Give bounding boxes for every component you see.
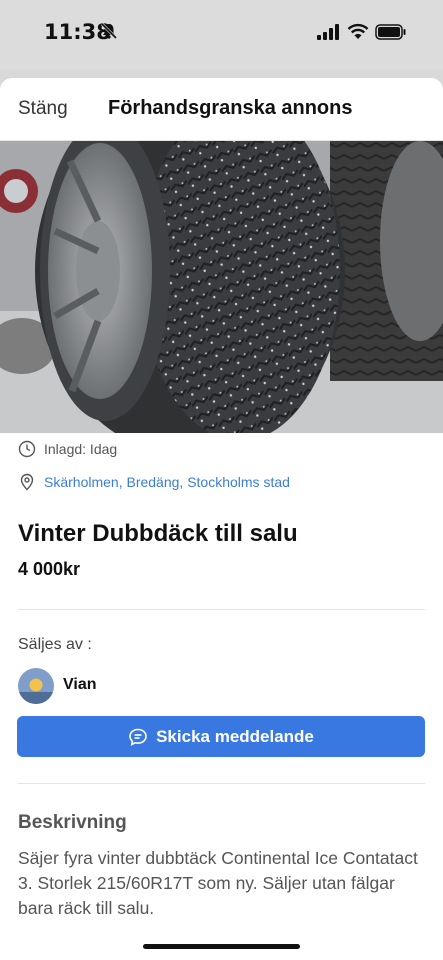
photo-tire-icon: [0, 141, 443, 433]
seller-name[interactable]: Vian: [63, 676, 97, 694]
posted-row: Inlagd: Idag: [18, 440, 117, 458]
listing-price: 4 000kr: [18, 559, 81, 579]
divider: [18, 783, 425, 784]
posted-date: Inlagd: Idag: [44, 441, 118, 457]
location-link[interactable]: Skärholmen, Bredäng, Stockholms stad: [44, 474, 290, 490]
send-message-label: Skicka meddelande: [156, 726, 314, 746]
send-message-button[interactable]: Skicka meddelande: [17, 716, 425, 757]
sheet-header: Stäng Förhandsgranska annons: [0, 78, 443, 141]
bell-slash-icon: [100, 22, 118, 40]
chat-bubble-icon: [129, 728, 147, 746]
description-body: Säjer fyra vinter dubbtäck Continental I…: [18, 848, 418, 918]
preview-sheet: Stäng Förhandsgranska annons Inlagd: Ida…: [0, 78, 443, 960]
seller-label: Säljes av :: [18, 636, 92, 653]
close-button[interactable]: Stäng: [18, 98, 68, 120]
avatar[interactable]: [18, 668, 54, 704]
page-title: Förhandsgranska annons: [108, 97, 353, 119]
photo-gallery[interactable]: [0, 141, 443, 433]
avatar-sun-icon: [18, 668, 54, 704]
signal-icon: [317, 24, 339, 40]
listing-title: Vinter Dubbdäck till salu: [18, 520, 298, 547]
location-pin-icon: [20, 473, 34, 491]
divider: [18, 609, 425, 610]
status-bar: 11:38: [0, 0, 443, 70]
clock-icon: [18, 440, 36, 458]
description-heading: Beskrivning: [18, 812, 127, 833]
location-row[interactable]: Skärholmen, Bredäng, Stockholms stad: [18, 473, 290, 491]
wifi-icon: [347, 23, 369, 39]
battery-icon: [375, 24, 406, 40]
home-indicator[interactable]: [143, 944, 300, 949]
